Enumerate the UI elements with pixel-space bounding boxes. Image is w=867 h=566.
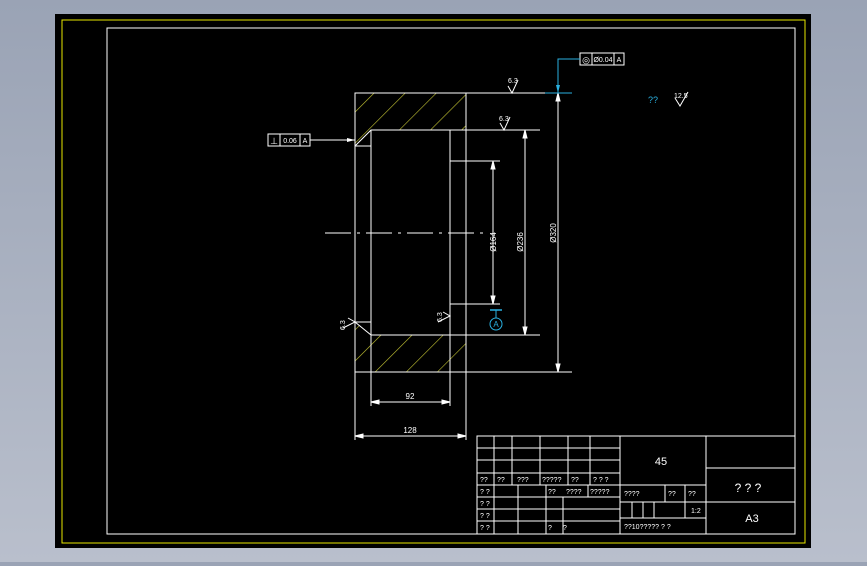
svg-text:1:2: 1:2 <box>691 508 701 515</box>
svg-text:A: A <box>617 57 622 64</box>
dim-outer-width: 128 <box>403 426 417 435</box>
svg-text:??: ?? <box>688 491 696 498</box>
svg-text:??: ?? <box>668 491 676 498</box>
svg-text:12.5: 12.5 <box>674 93 688 100</box>
svg-text:??: ?? <box>497 477 505 484</box>
svg-text:A: A <box>493 320 499 329</box>
dim-outer-diameter: Ø320 <box>549 223 558 243</box>
svg-text:? ?: ? ? <box>480 501 490 508</box>
svg-text:0.06: 0.06 <box>283 138 297 145</box>
dim-inner-small-diameter: Ø164 <box>489 232 498 252</box>
svg-text:??10????? ? ?: ??10????? ? ? <box>624 524 671 531</box>
svg-text:??: ?? <box>571 477 579 484</box>
svg-text:?????: ????? <box>542 477 562 484</box>
svg-text:??: ?? <box>480 477 488 484</box>
svg-text:6.3: 6.3 <box>437 312 444 322</box>
svg-text:????: ???? <box>566 489 582 496</box>
svg-text:Ø0.04: Ø0.04 <box>593 57 612 64</box>
title-part-name: ? ? ? <box>735 481 762 495</box>
svg-text:6.3: 6.3 <box>499 116 509 123</box>
title-sheet-size: A3 <box>745 513 758 525</box>
svg-text:6.3: 6.3 <box>508 78 518 85</box>
title-material: 45 <box>655 456 667 468</box>
svg-text:? ? ?: ? ? ? <box>593 477 609 484</box>
dim-inner-diameter: Ø236 <box>516 232 525 252</box>
svg-text:◎: ◎ <box>582 55 590 65</box>
svg-text:⊥: ⊥ <box>270 136 278 146</box>
dim-inner-width: 92 <box>406 392 415 401</box>
svg-text:? ?: ? ? <box>480 489 490 496</box>
drawing-canvas: Ø164 Ø236 Ø320 92 128 6.3 6.3 6.3 6.3 ??… <box>55 14 811 548</box>
svg-text:? ?: ? ? <box>480 525 490 532</box>
svg-text:?: ? <box>563 525 567 532</box>
svg-text:A: A <box>303 138 308 145</box>
svg-text:6.3: 6.3 <box>340 320 347 330</box>
svg-text:??: ?? <box>648 95 658 105</box>
svg-text:???: ??? <box>517 477 529 484</box>
cad-viewport[interactable]: Ø164 Ø236 Ø320 92 128 6.3 6.3 6.3 6.3 ??… <box>0 0 867 562</box>
svg-text:????: ???? <box>624 491 640 498</box>
svg-text:? ?: ? ? <box>480 513 490 520</box>
svg-text:?: ? <box>548 525 552 532</box>
svg-text:?????: ????? <box>590 489 610 496</box>
svg-text:??: ?? <box>548 489 556 496</box>
